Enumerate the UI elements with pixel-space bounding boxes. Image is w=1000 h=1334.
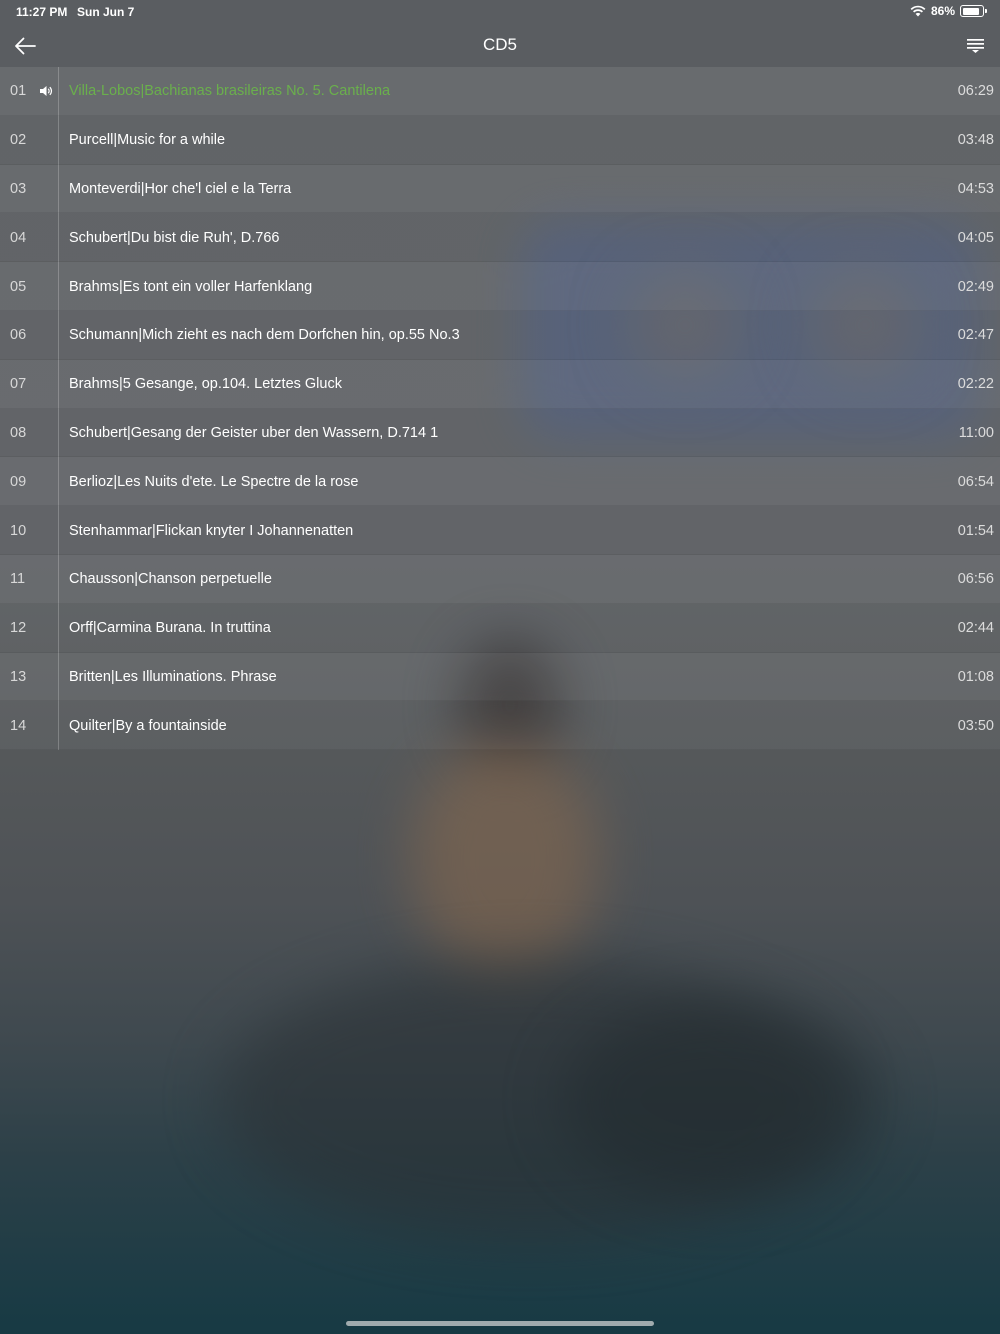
- track-row[interactable]: 03 Monteverdi|Hor che'l ciel e la Terra 04…: [0, 164, 1000, 214]
- battery-fill: [962, 7, 979, 15]
- track-duration: 04:53: [957, 180, 994, 197]
- list-menu-icon: [967, 39, 984, 53]
- track-number-cell: 14: [0, 701, 58, 750]
- track-number: 03: [10, 180, 27, 197]
- track-row[interactable]: 14 Quilter|By a fountainside 03:50: [0, 701, 1000, 751]
- battery-percent: 86%: [930, 4, 955, 18]
- track-divider: [58, 457, 59, 507]
- track-row[interactable]: 08 Schubert|Gesang der Geister uber den W…: [0, 408, 1000, 458]
- track-title: Purcell|Music for a while: [69, 132, 226, 149]
- track-number-cell: 11: [0, 555, 58, 604]
- track-title: Orff|Carmina Burana. In truttina: [69, 620, 271, 637]
- track-duration: 02:47: [957, 327, 994, 344]
- track-number-cell: 08: [0, 409, 58, 458]
- track-divider: [58, 408, 59, 458]
- track-duration: 06:56: [957, 571, 994, 588]
- track-title: Stenhammar|Flickan knyter I Johannenatte…: [69, 522, 354, 539]
- track-title: Villa-Lobos|Bachianas brasileiras No. 5.…: [69, 83, 391, 100]
- track-row[interactable]: 07 Brahms|5 Gesange, op.104. Letztes Gluc…: [0, 359, 1000, 409]
- track-title: Britten|Les Illuminations. Phrase: [69, 668, 277, 685]
- track-duration: 01:54: [957, 522, 994, 539]
- track-number: 13: [10, 668, 27, 685]
- track-number: 04: [10, 229, 27, 246]
- track-number-cell: 12: [0, 604, 58, 653]
- track-divider: [58, 603, 59, 653]
- track-list: 01 Villa-Lobos|Bachianas brasileiras No. …: [0, 67, 1000, 751]
- track-title: Berlioz|Les Nuits d'ete. Le Spectre de l…: [69, 473, 359, 490]
- track-duration: 06:54: [957, 473, 994, 490]
- track-divider: [58, 359, 59, 409]
- track-number-cell: 01: [0, 67, 58, 116]
- track-number-cell: 06: [0, 311, 58, 360]
- track-row[interactable]: 02 Purcell|Music for a while 03:48: [0, 115, 1000, 165]
- track-number: 02: [10, 132, 27, 149]
- track-divider: [58, 213, 59, 263]
- track-duration: 11:00: [958, 424, 994, 441]
- home-indicator[interactable]: [346, 1321, 654, 1326]
- track-title: Monteverdi|Hor che'l ciel e la Terra: [69, 180, 292, 197]
- speaker-icon: [40, 86, 52, 96]
- track-row[interactable]: 04 Schubert|Du bist die Ruh', D.766 04:05: [0, 213, 1000, 263]
- track-divider: [58, 262, 59, 311]
- track-divider: [58, 701, 59, 751]
- track-number-cell: 10: [0, 506, 58, 555]
- track-divider: [58, 506, 59, 555]
- track-row[interactable]: 09 Berlioz|Les Nuits d'ete. Le Spectre de…: [0, 457, 1000, 507]
- track-number: 14: [10, 717, 27, 734]
- track-number: 08: [10, 424, 27, 441]
- wifi-icon: [910, 5, 926, 17]
- battery-icon: [960, 5, 987, 17]
- track-duration: 04:05: [957, 229, 994, 246]
- nav-bar: CD5: [0, 24, 1000, 67]
- track-title: Quilter|By a fountainside: [69, 717, 227, 734]
- track-number: 06: [10, 327, 27, 344]
- track-row[interactable]: 05 Brahms|Es tont ein voller Harfenklang 0…: [0, 262, 1000, 311]
- track-duration: 01:08: [957, 668, 994, 685]
- track-number: 11: [10, 571, 26, 588]
- track-title: Brahms|Es tont ein voller Harfenklang: [69, 278, 313, 295]
- track-duration: 03:48: [957, 132, 994, 149]
- track-row[interactable]: 13 Britten|Les Illuminations. Phrase 01:08: [0, 652, 1000, 702]
- track-number-cell: 04: [0, 213, 58, 262]
- status-bar: 11:27 PM Sun Jun 7 86%: [0, 0, 1000, 24]
- track-row[interactable]: 10 Stenhammar|Flickan knyter I Johannenat…: [0, 506, 1000, 555]
- track-duration: 02:44: [957, 620, 994, 637]
- track-number-cell: 05: [0, 262, 58, 311]
- track-title: Schubert|Du bist die Ruh', D.766: [69, 229, 280, 246]
- track-divider: [58, 67, 59, 116]
- track-row[interactable]: 06 Schumann|Mich zieht es nach dem Dorfch…: [0, 310, 1000, 360]
- track-number-cell: 13: [0, 653, 58, 702]
- playlist-menu-button[interactable]: [966, 36, 990, 58]
- track-number: 05: [10, 278, 27, 295]
- status-indicators: 86%: [910, 4, 987, 18]
- track-divider: [58, 164, 59, 214]
- track-title: Schumann|Mich zieht es nach dem Dorfchen…: [69, 327, 460, 344]
- track-number-cell: 03: [0, 165, 58, 214]
- track-duration: 02:49: [957, 278, 994, 295]
- track-title: Schubert|Gesang der Geister uber den Was…: [69, 424, 439, 441]
- track-title: Brahms|5 Gesange, op.104. Letztes Gluck: [69, 376, 342, 393]
- track-number: 12: [10, 620, 27, 637]
- track-row[interactable]: 11 Chausson|Chanson perpetuelle 06:56: [0, 554, 1000, 604]
- track-number: 09: [10, 473, 27, 490]
- track-number: 10: [10, 522, 27, 539]
- track-duration: 06:29: [957, 83, 994, 100]
- track-number-cell: 02: [0, 116, 58, 165]
- track-number-cell: 09: [0, 457, 58, 506]
- track-row[interactable]: 01 Villa-Lobos|Bachianas brasileiras No. …: [0, 67, 1000, 116]
- page-title: CD5: [482, 35, 517, 54]
- track-divider: [58, 652, 59, 702]
- track-divider: [58, 310, 59, 360]
- track-divider: [58, 115, 59, 165]
- track-duration: 03:50: [957, 717, 994, 734]
- track-row[interactable]: 12 Orff|Carmina Burana. In truttina 02:44: [0, 603, 1000, 653]
- track-divider: [58, 554, 59, 604]
- track-number-cell: 07: [0, 360, 58, 409]
- track-duration: 02:22: [957, 376, 994, 393]
- track-number: 07: [10, 376, 27, 393]
- track-title: Chausson|Chanson perpetuelle: [69, 571, 272, 588]
- status-time: 11:27 PM: [16, 5, 68, 19]
- status-date: Sun Jun 7: [77, 5, 135, 19]
